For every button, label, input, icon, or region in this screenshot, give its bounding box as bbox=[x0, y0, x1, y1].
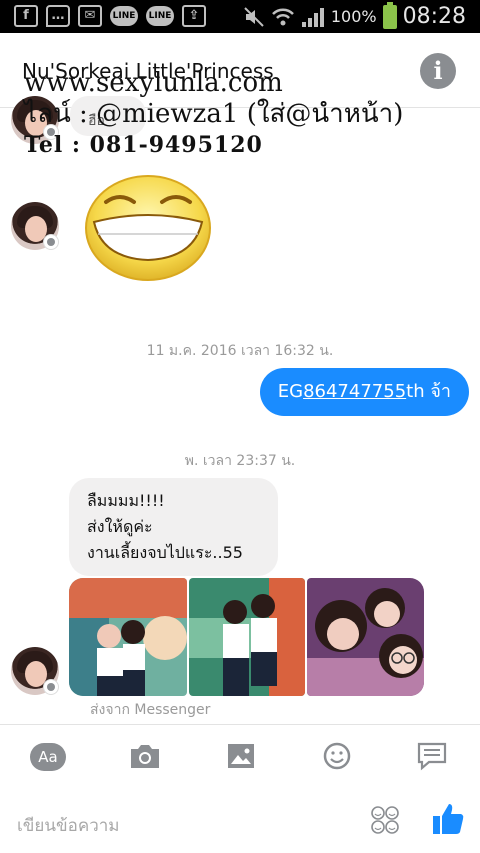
watermark-phone: Tel : 081-9495120 bbox=[24, 132, 263, 158]
tracking-number-link[interactable]: 864747755 bbox=[303, 381, 406, 402]
sent-from-label: ส่งจาก Messenger bbox=[90, 702, 211, 718]
line-icon: LINE bbox=[110, 6, 138, 26]
composer-input-row: เขียนข้อความ bbox=[0, 788, 480, 853]
messenger-badge-icon bbox=[43, 679, 59, 695]
message-line: ลืมมมม!!!! bbox=[87, 491, 165, 510]
message-line: ส่งให้ดูค่ะ bbox=[87, 517, 153, 536]
stickers-icon[interactable] bbox=[371, 806, 399, 834]
timestamp: 11 ม.ค. 2016 เวลา 16:32 น. bbox=[146, 343, 334, 359]
info-icon[interactable]: i bbox=[420, 53, 456, 89]
message-line: งานเลี้ยงจบไปแระ..55 bbox=[87, 543, 243, 562]
watermark: www.sexylunla.com ไลน์ : @miewza1 (ใส่@น… bbox=[24, 68, 403, 161]
message-bubble-incoming[interactable]: ลืมมมม!!!! ส่งให้ดูค่ะ งานเลี้ยงจบไปแระ.… bbox=[69, 478, 278, 576]
grinning-sticker[interactable] bbox=[84, 172, 212, 282]
mail-icon: ✉ bbox=[78, 5, 102, 27]
bag-icon: ⇪ bbox=[182, 5, 206, 27]
facebook-icon: f bbox=[14, 5, 38, 27]
chat-icon: … bbox=[46, 5, 70, 27]
photo-attachment[interactable] bbox=[307, 578, 424, 696]
clock: 08:28 bbox=[402, 4, 466, 29]
line-icon: LINE bbox=[146, 6, 174, 26]
wifi-icon bbox=[271, 8, 294, 25]
status-bar: f … ✉ LINE LINE ⇪ 100% 08:28 bbox=[0, 0, 480, 33]
emoji-icon[interactable] bbox=[320, 741, 354, 771]
thumbs-up-icon[interactable] bbox=[432, 802, 464, 836]
message-bubble-outgoing[interactable]: EG864747755th จ้า bbox=[259, 368, 469, 416]
photo-attachment[interactable] bbox=[189, 578, 305, 696]
mute-icon bbox=[244, 6, 264, 27]
message-text: th จ้า bbox=[406, 381, 451, 402]
watermark-line-id: ไลน์ : @miewza1 (ใส่@นำหน้า) bbox=[24, 99, 404, 129]
timestamp: พ. เวลา 23:37 น. bbox=[184, 453, 296, 469]
message-input[interactable]: เขียนข้อความ bbox=[17, 812, 120, 839]
battery-icon bbox=[382, 1, 397, 29]
text-style-button[interactable]: Aa bbox=[30, 743, 66, 771]
composer-toolbar: Aa bbox=[0, 724, 480, 788]
signal-icon bbox=[301, 7, 324, 27]
watermark-website: www.sexylunla.com bbox=[24, 68, 283, 98]
camera-icon[interactable] bbox=[128, 741, 162, 771]
photo-attachment[interactable] bbox=[69, 578, 187, 696]
messenger-badge-icon bbox=[43, 234, 59, 250]
message-text: EG bbox=[277, 381, 304, 402]
message-template-icon[interactable] bbox=[415, 741, 449, 771]
gallery-icon[interactable] bbox=[224, 741, 258, 771]
battery-percent: 100% bbox=[330, 7, 377, 26]
